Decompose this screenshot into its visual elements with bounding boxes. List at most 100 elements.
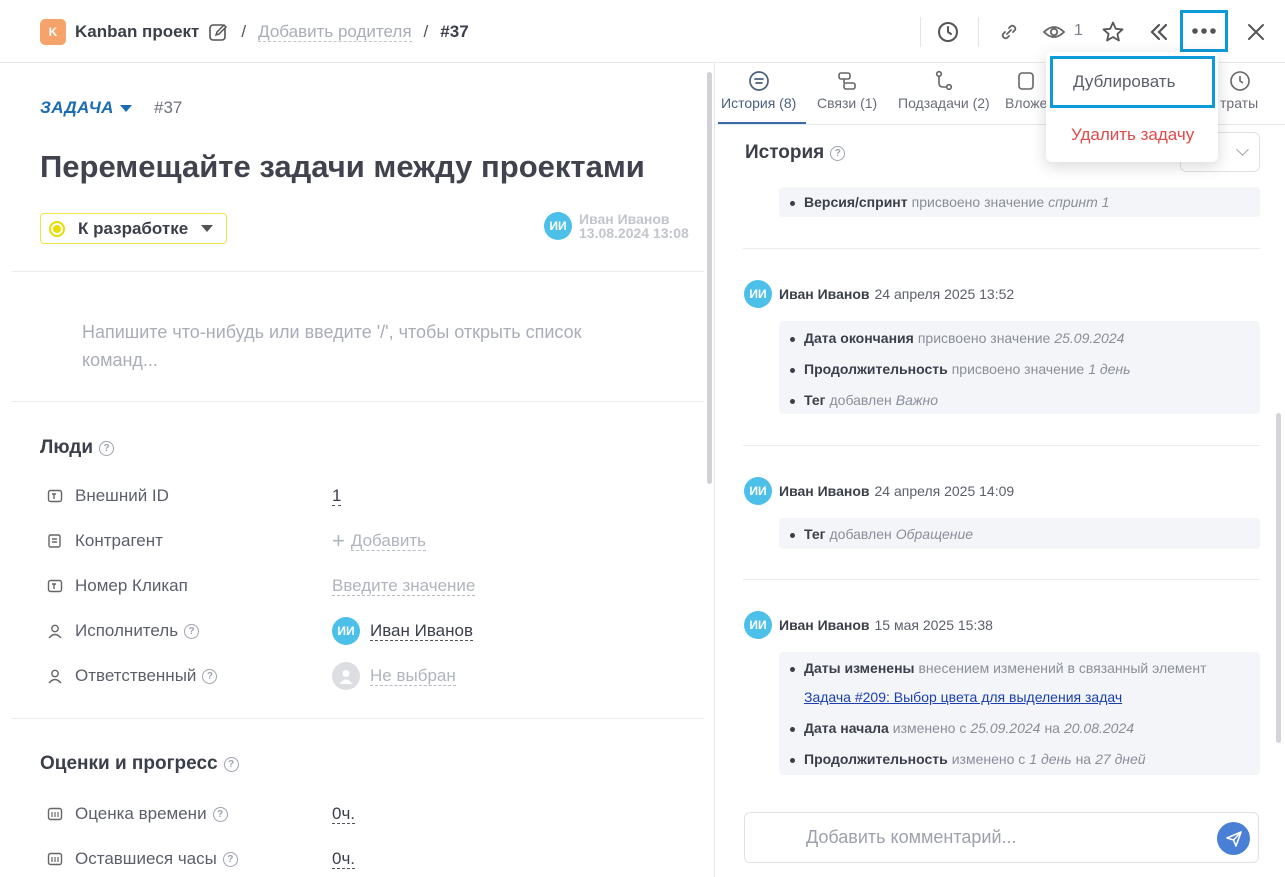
ellipsis-icon xyxy=(1192,28,1216,34)
tab-costs[interactable]: траты xyxy=(1220,67,1258,111)
watchers-count: 1 xyxy=(1074,22,1083,39)
toolbar-divider xyxy=(978,17,979,47)
avatar: ИИ xyxy=(744,280,772,308)
clock-icon xyxy=(938,22,958,42)
status-dot-icon xyxy=(49,220,65,237)
breadcrumb: K Kanban проект / Добавить родителя / #3… xyxy=(40,19,469,45)
empty-avatar-icon xyxy=(332,662,360,690)
collapse-panel-button[interactable] xyxy=(1143,16,1175,48)
close-button[interactable] xyxy=(1240,16,1272,48)
change-to-value: 27 дней xyxy=(1095,751,1146,767)
task-type-label: ЗАДАЧА xyxy=(40,98,114,117)
field-label: Ответственный xyxy=(75,666,197,685)
tab-links[interactable]: Связи (1) xyxy=(817,67,877,111)
field-label: Номер Кликап xyxy=(75,576,188,595)
tab-subtasks[interactable]: Подзадачи (2) xyxy=(898,67,990,111)
history-date: 24 апреля 2025 13:52 xyxy=(874,286,1015,302)
clickup-number-input[interactable]: Введите значение xyxy=(332,576,476,596)
field-clickup-number: Номер Кликап Введите значение xyxy=(46,575,686,597)
status-dropdown[interactable]: К разработке xyxy=(40,213,227,244)
tab-attachments[interactable]: Вложе xyxy=(1005,67,1047,111)
remaining-hours-value[interactable]: 0ч. xyxy=(332,849,356,869)
send-comment-button[interactable] xyxy=(1217,822,1250,855)
comment-input[interactable]: Добавить комментарий... xyxy=(744,812,1259,863)
help-icon[interactable]: ? xyxy=(830,145,846,161)
menu-item-delete-task[interactable]: Удалить задачу xyxy=(1071,125,1194,145)
related-task-link[interactable]: Задача #209: Выбор цвета для выделения з… xyxy=(804,689,1122,705)
change-from-value: 25.09.2024 xyxy=(970,720,1041,736)
change-to-value: 20.08.2024 xyxy=(1063,720,1135,736)
assignee-selector[interactable]: ИИ Иван Иванов xyxy=(332,617,474,645)
tab-label: траты xyxy=(1220,95,1259,111)
eye-icon xyxy=(1042,26,1066,38)
send-icon xyxy=(1225,830,1242,847)
history-change-line: Даты изменены внесением изменений в связа… xyxy=(790,660,1206,676)
history-scrollbar[interactable] xyxy=(1276,413,1281,743)
tab-label: Подзадачи (2) xyxy=(898,95,990,111)
edit-icon[interactable] xyxy=(207,21,229,43)
caret-down-icon xyxy=(201,225,214,232)
history-change-block: Версия/спринт присвоено значение спринт 1 xyxy=(779,187,1260,217)
responsible-selector[interactable]: Не выбран xyxy=(332,662,456,690)
time-estimate-value[interactable]: 0ч. xyxy=(332,804,356,824)
history-section-title: История ? xyxy=(745,142,846,164)
add-contractor-button[interactable]: + Добавить xyxy=(332,530,426,552)
field-label: Оставшиеся часы xyxy=(75,849,217,868)
change-field: Тег xyxy=(804,526,826,542)
help-icon[interactable]: ? xyxy=(202,668,218,684)
project-name-link[interactable]: Kanban проект xyxy=(75,22,199,42)
more-actions-button[interactable] xyxy=(1180,10,1228,52)
history-title-text: История xyxy=(745,142,825,163)
breadcrumb-task-number: #37 xyxy=(440,22,469,41)
change-value: Обращение xyxy=(895,526,974,542)
active-tab-indicator xyxy=(718,122,806,124)
help-icon[interactable]: ? xyxy=(222,851,238,867)
tab-history[interactable]: История (8) xyxy=(721,67,796,111)
change-field: Даты изменены xyxy=(804,660,915,676)
history-change-line: Дата окончания присвоено значение 25.09.20… xyxy=(790,330,1128,346)
history-author: Иван Иванов xyxy=(779,483,870,499)
help-icon[interactable]: ? xyxy=(212,806,228,822)
change-value: 25.09.2024 xyxy=(1054,330,1125,346)
history-change-line: Тег добавлен Важно xyxy=(790,392,942,408)
estimates-title-text: Оценки и прогресс xyxy=(40,753,218,774)
project-badge[interactable]: K xyxy=(40,19,66,45)
author-date: 13.08.2024 13:08 xyxy=(579,225,689,241)
favorite-button[interactable] xyxy=(1097,16,1129,48)
task-author: ИИ Иван Иванов 13.08.2024 13:08 xyxy=(544,212,689,240)
double-chevron-left-icon xyxy=(1150,23,1168,41)
change-action: присвоено значение xyxy=(911,194,1045,210)
copy-link-button[interactable] xyxy=(993,16,1025,48)
external-id-value[interactable]: 1 xyxy=(332,486,342,506)
watchers-button[interactable] xyxy=(1038,16,1070,48)
description-editor[interactable]: Напишите что-нибудь или введите '/', что… xyxy=(82,318,642,374)
help-icon[interactable]: ? xyxy=(223,756,239,772)
divider xyxy=(12,401,704,402)
subtasks-tab-icon xyxy=(933,67,955,95)
task-type-dropdown[interactable]: ЗАДАЧА xyxy=(40,98,132,118)
divider xyxy=(743,445,1260,446)
left-scrollbar[interactable] xyxy=(707,72,712,484)
change-to-word: на xyxy=(1075,751,1092,767)
toolbar-divider xyxy=(920,17,921,47)
caret-down-icon xyxy=(119,104,132,112)
history-entry-header: ИИ Иван Иванов 24 апреля 2025 13:52 xyxy=(744,280,1014,308)
menu-item-duplicate[interactable]: Дублировать xyxy=(1050,56,1215,108)
field-time-estimate: Оценка времени? 0ч. xyxy=(46,803,686,825)
help-icon[interactable]: ? xyxy=(184,623,200,639)
links-tab-icon xyxy=(836,67,858,95)
tab-label: Вложе xyxy=(1005,95,1048,111)
task-title[interactable]: Перемещайте задачи между проектами xyxy=(40,149,645,185)
history-change-block: Тег добавлен Обращение xyxy=(779,518,1260,549)
change-field: Тег xyxy=(804,392,826,408)
add-parent-link[interactable]: Добавить родителя xyxy=(258,22,412,42)
history-change-line: Версия/спринт присвоено значение спринт 1 xyxy=(790,194,1113,210)
history-clock-button[interactable] xyxy=(932,16,964,48)
change-action: присвоено значение xyxy=(917,330,1051,346)
task-number: #37 xyxy=(154,98,183,117)
change-action: изменено с xyxy=(951,751,1026,767)
help-icon[interactable]: ? xyxy=(99,440,115,456)
change-value: Важно xyxy=(895,392,938,408)
avatar: ИИ xyxy=(332,617,360,645)
breadcrumb-separator: / xyxy=(241,22,247,41)
